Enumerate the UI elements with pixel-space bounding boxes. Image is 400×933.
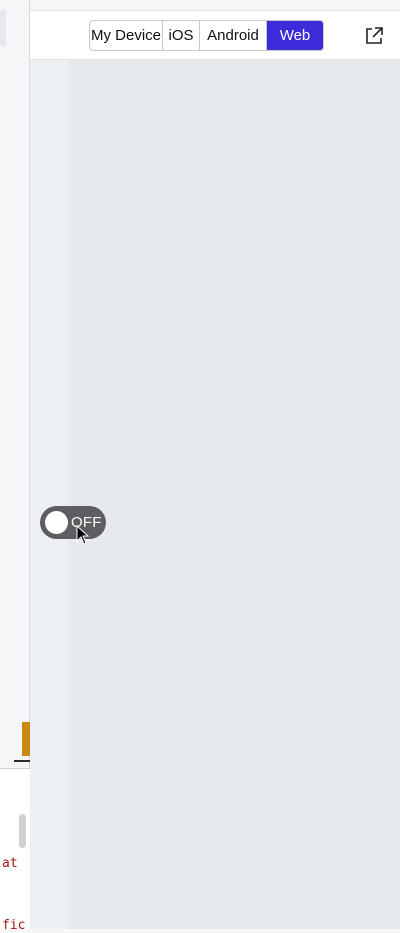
- platform-web-button[interactable]: Web: [267, 21, 323, 50]
- editor-scrollbar-thumb[interactable]: [19, 814, 26, 848]
- platform-selector: My Device iOS Android Web: [89, 20, 324, 51]
- editor-tab-accent[interactable]: [22, 722, 30, 756]
- platform-ios-button[interactable]: iOS: [163, 21, 200, 50]
- platform-my-device-button[interactable]: My Device: [90, 21, 163, 50]
- code-line: fic: [2, 918, 26, 933]
- preview-toolbar: My Device iOS Android Web: [30, 10, 400, 60]
- editor-tab-underline: [14, 760, 30, 762]
- toggle-switch[interactable]: OFF: [40, 506, 106, 539]
- code-editor-area[interactable]: [0, 769, 30, 929]
- external-link-icon: [366, 27, 383, 44]
- toggle-knob: [45, 511, 68, 534]
- editor-panel-edge: at fic: [0, 0, 30, 933]
- toggle-label: OFF: [71, 514, 102, 531]
- preview-canvas: OFF: [30, 60, 400, 929]
- platform-android-button[interactable]: Android: [200, 21, 267, 50]
- editor-top-edge: [0, 10, 6, 46]
- code-line: at: [2, 856, 18, 871]
- preview-inner-edge: [30, 60, 68, 929]
- open-in-new-window-button[interactable]: [363, 25, 385, 47]
